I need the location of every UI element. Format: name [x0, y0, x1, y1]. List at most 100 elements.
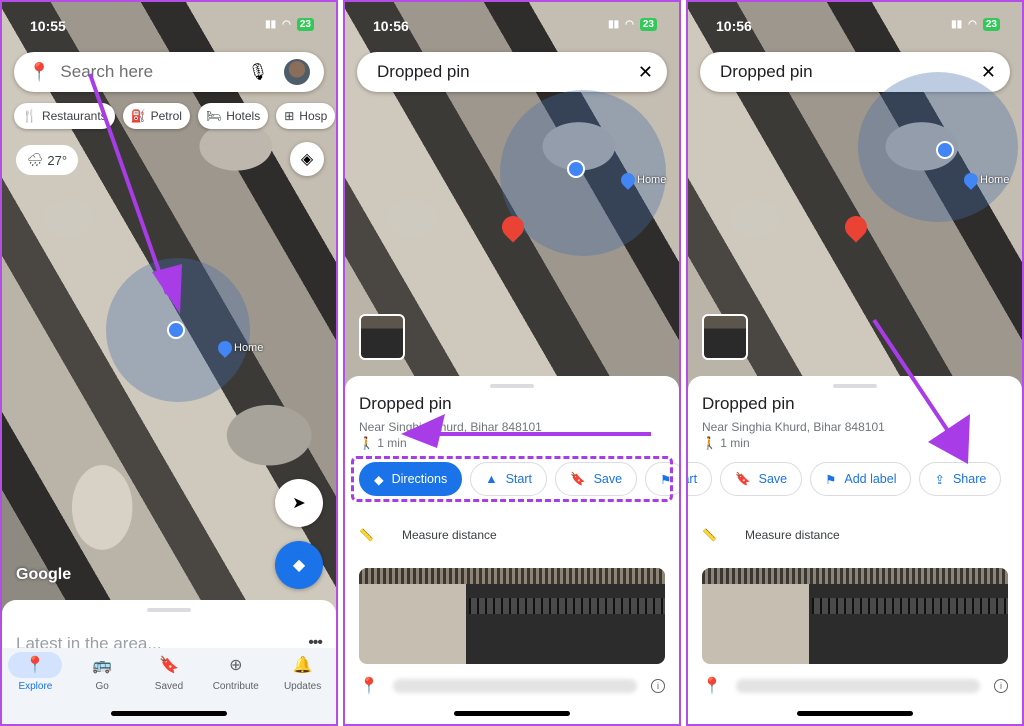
- street-view-photo[interactable]: [702, 568, 1008, 664]
- chip-hotels[interactable]: 🛏 Hotels: [197, 103, 269, 129]
- hospital-icon: ⊞: [284, 109, 295, 123]
- walking-icon: 🚶: [702, 436, 717, 450]
- home-pin[interactable]: Home: [215, 338, 264, 358]
- avatar[interactable]: [284, 59, 310, 85]
- button-label: Share: [952, 472, 987, 486]
- tab-explore[interactable]: 📍 Explore: [3, 652, 67, 724]
- save-button[interactable]: 🔖 Save: [720, 462, 803, 496]
- plus-circle-icon: ⊕: [229, 657, 243, 674]
- blurred-plus-code: [392, 679, 637, 693]
- home-pin-icon: [215, 338, 235, 358]
- signal-icon: ▮▮: [951, 19, 963, 30]
- chip-restaurants[interactable]: 🍴 Restaurants: [14, 103, 115, 129]
- status-bar: 10:56 ▮▮ ◠ 23: [688, 16, 1022, 36]
- measure-label: Measure distance: [401, 528, 497, 542]
- measure-distance-row[interactable]: 📏 Measure distance: [359, 528, 497, 542]
- place-sheet[interactable]: Dropped pin Near Singhia Khurd, Bihar 84…: [688, 376, 1022, 724]
- button-label: Add label: [844, 472, 897, 486]
- drag-handle[interactable]: [833, 384, 877, 388]
- location-pin-icon: 📍: [702, 678, 722, 695]
- chip-label: Restaurants: [41, 109, 107, 123]
- navigation-arrow-icon: ➤: [292, 495, 306, 512]
- wifi-icon: ◠: [625, 19, 634, 30]
- status-bar: 10:56 ▮▮ ◠ 23: [345, 16, 679, 36]
- location-row[interactable]: 📍 i: [359, 676, 665, 696]
- chip-petrol[interactable]: ⛽ Petrol: [122, 103, 190, 129]
- walk-duration: 1 min: [720, 436, 750, 450]
- status-bar: 10:55 ▮▮ ◠ 23: [2, 16, 336, 36]
- info-icon[interactable]: i: [994, 679, 1008, 693]
- rain-cloud-icon: 🌧: [26, 152, 44, 167]
- search-input[interactable]: Search here: [60, 62, 247, 82]
- directions-fab[interactable]: ◆: [275, 541, 323, 589]
- place-address: Near Singhia Khurd, Bihar 848101: [359, 420, 542, 434]
- layers-button[interactable]: ◈: [290, 142, 324, 176]
- add-label-button[interactable]: ⚑ Add label: [810, 462, 912, 496]
- action-buttons: tart 🔖 Save ⚑ Add label ⇪ Share: [688, 462, 1002, 496]
- highlight-box: [351, 456, 673, 502]
- tab-updates[interactable]: 🔔 Updates: [271, 652, 335, 724]
- current-location-dot: [567, 160, 585, 178]
- button-label: tart: [688, 472, 698, 486]
- commute-icon: 🚌: [92, 657, 113, 674]
- bookmark-icon: 🔖: [159, 657, 179, 674]
- bed-icon: 🛏: [205, 109, 222, 123]
- street-view-photo[interactable]: [359, 568, 665, 664]
- screenshot-panel-1: 10:55 ▮▮ ◠ 23 📍 Search here 🎙 🍴 Restaurants…: [0, 0, 338, 726]
- battery-icon: 23: [639, 18, 657, 31]
- search-bar[interactable]: Dropped pin ✕: [357, 52, 667, 92]
- tab-label: Contribute: [212, 681, 259, 692]
- walk-time: 🚶 1 min: [359, 436, 407, 450]
- screenshot-panel-3: 10:56 ▮▮ ◠ 23 Dropped pin ✕ Home Dropped p…: [686, 0, 1024, 726]
- search-bar[interactable]: 📍 Search here 🎙: [14, 52, 324, 92]
- place-title: Dropped pin: [702, 394, 795, 413]
- battery-icon: 23: [982, 18, 1000, 31]
- microphone-icon[interactable]: 🎙: [248, 62, 268, 82]
- status-time: 10:56: [373, 18, 409, 34]
- drag-handle[interactable]: [490, 384, 534, 388]
- compass-button[interactable]: ➤: [275, 479, 323, 527]
- fork-knife-icon: 🍴: [22, 109, 37, 123]
- measure-distance-row[interactable]: 📏 Measure distance: [702, 528, 840, 542]
- home-pin[interactable]: Home: [961, 170, 1010, 190]
- close-icon[interactable]: ✕: [638, 62, 653, 83]
- ruler-icon: 📏: [702, 528, 717, 542]
- place-title: Dropped pin: [359, 394, 452, 413]
- chip-label: Hotels: [226, 109, 261, 123]
- share-button[interactable]: ⇪ Share: [919, 462, 1002, 496]
- place-sheet[interactable]: Dropped pin Near Singhia Khurd, Bihar 84…: [345, 376, 679, 724]
- signal-icon: ▮▮: [608, 19, 620, 30]
- wifi-icon: ◠: [968, 19, 977, 30]
- bell-icon: 🔔: [292, 657, 313, 674]
- home-indicator: [797, 711, 913, 716]
- home-label: Home: [980, 174, 1010, 186]
- layers-icon: ◈: [300, 151, 314, 168]
- street-view-thumbnail[interactable]: [359, 314, 405, 360]
- start-button[interactable]: tart: [688, 462, 713, 496]
- status-time: 10:55: [30, 18, 66, 34]
- location-row[interactable]: 📍 i: [702, 676, 1008, 696]
- current-location-dot: [167, 321, 185, 339]
- google-attribution: Google: [16, 566, 72, 583]
- street-view-thumbnail[interactable]: [702, 314, 748, 360]
- home-pin[interactable]: Home: [618, 170, 666, 190]
- search-input[interactable]: Dropped pin: [371, 62, 638, 82]
- home-label: Home: [234, 342, 264, 354]
- tab-label: Go: [95, 681, 109, 692]
- chip-hospitals[interactable]: ⊞ Hosp: [276, 103, 336, 129]
- measure-label: Measure distance: [744, 528, 840, 542]
- current-location-dot: [936, 141, 954, 159]
- signal-icon: ▮▮: [265, 19, 277, 30]
- status-time: 10:56: [716, 18, 752, 34]
- drag-handle[interactable]: [147, 608, 191, 612]
- flag-icon: ⚑: [825, 472, 837, 487]
- ruler-icon: 📏: [359, 528, 374, 542]
- directions-icon: ◆: [292, 557, 306, 574]
- walking-icon: 🚶: [359, 436, 374, 450]
- close-icon[interactable]: ✕: [981, 62, 996, 83]
- weather-badge[interactable]: 🌧 27°: [16, 145, 78, 175]
- tab-label: Explore: [18, 681, 53, 692]
- info-icon[interactable]: i: [651, 679, 665, 693]
- home-pin-icon: [618, 170, 638, 190]
- button-label: Save: [758, 472, 788, 486]
